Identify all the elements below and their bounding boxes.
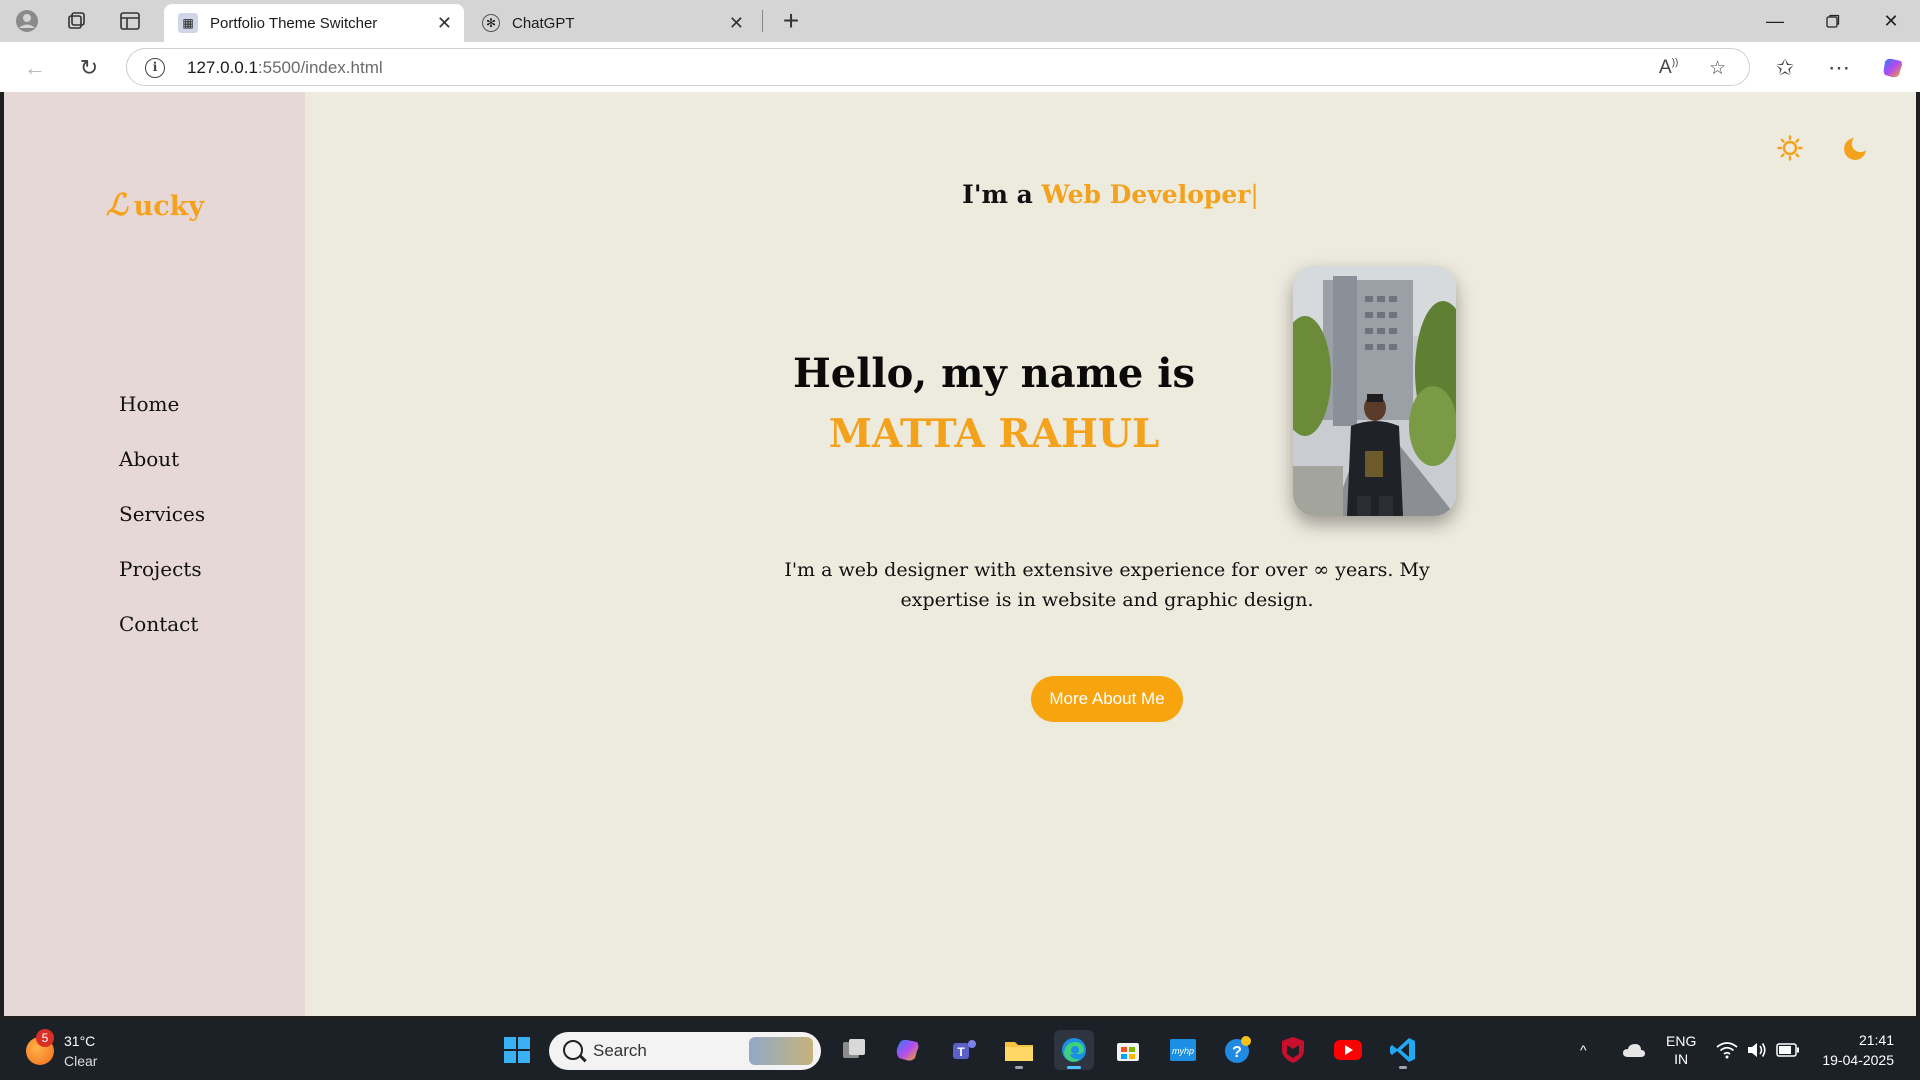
profile-photo (1293, 266, 1456, 516)
clock-date: 19-04-2025 (1822, 1052, 1894, 1068)
back-arrow-icon[interactable]: ← (18, 51, 52, 85)
more-menu-icon[interactable]: ⋯ (1822, 51, 1856, 85)
language-indicator[interactable]: ENG IN (1666, 1020, 1696, 1080)
wifi-icon[interactable] (1716, 1020, 1738, 1080)
vscode-icon[interactable] (1383, 1030, 1423, 1070)
weather-temperature: 31°C (64, 1033, 96, 1049)
typing-role-heading: I'm a Web Developer| (962, 180, 1259, 209)
nav-item-services[interactable]: Services (119, 502, 205, 557)
hello-line: Hello, my name is (792, 350, 1196, 397)
tab-title: ChatGPT (512, 14, 575, 32)
nav-item-about[interactable]: About (119, 447, 205, 502)
workspaces-icon[interactable] (59, 6, 93, 36)
svg-text:myhp: myhp (1172, 1046, 1194, 1056)
show-hidden-icons-chevron-icon[interactable]: ^ (1580, 1020, 1587, 1080)
close-tab-icon[interactable]: ✕ (729, 13, 744, 34)
role-text: Web Developer (1041, 180, 1251, 209)
start-windows-icon[interactable] (497, 1030, 537, 1070)
teams-icon[interactable]: T (944, 1030, 984, 1070)
weather-condition: Clear (64, 1053, 98, 1069)
taskbar: 5 31°C Clear Search T myhp ? ^ ENG IN 21… (0, 1020, 1920, 1080)
file-explorer-icon[interactable] (999, 1030, 1039, 1070)
url-text: 127.0.0.1:5500/index.html (187, 58, 383, 77)
close-tab-icon[interactable]: ✕ (437, 13, 452, 34)
clock-time: 21:41 (1858, 1032, 1894, 1048)
restore-icon[interactable] (1804, 0, 1862, 42)
copilot-app-icon[interactable] (888, 1030, 928, 1070)
nav-item-projects[interactable]: Projects (119, 557, 205, 612)
more-about-me-button[interactable]: More About Me (1031, 676, 1183, 722)
taskbar-search-box[interactable]: Search (549, 1032, 821, 1070)
read-aloud-icon[interactable]: A)) (1659, 57, 1678, 79)
weather-widget[interactable]: 5 31°C Clear (22, 1029, 112, 1073)
search-highlight-image (749, 1037, 813, 1065)
edge-browser-icon[interactable] (1054, 1030, 1094, 1070)
mcafee-icon[interactable] (1273, 1030, 1313, 1070)
page-viewport: ℒucky Home About Services Projects Conta… (4, 92, 1916, 1016)
volume-icon[interactable] (1746, 1020, 1768, 1080)
new-tab-button[interactable]: + (774, 4, 808, 38)
browser-tab-bar: ▦ Portfolio Theme Switcher ✕ ✻ ChatGPT ✕… (0, 0, 1920, 42)
dark-theme-moon-icon[interactable] (1838, 130, 1874, 166)
profile-icon[interactable] (10, 6, 44, 36)
bio-text: I'm a web designer with extensive experi… (784, 559, 1430, 611)
youtube-icon[interactable] (1328, 1030, 1368, 1070)
intro-heading: Hello, my name is MATTA RAHUL (704, 344, 1284, 464)
copilot-icon[interactable] (1876, 51, 1910, 85)
favorite-star-icon[interactable]: ☆ (1709, 57, 1726, 80)
chatgpt-favicon-icon: ✻ (482, 14, 500, 32)
search-label: Search (593, 1041, 647, 1060)
portfolio-favicon-icon: ▦ (178, 13, 198, 33)
language-code: ENG (1666, 1033, 1697, 1049)
main-nav: Home About Services Projects Contact (119, 392, 205, 667)
system-clock[interactable]: 21:41 19-04-2025 (1822, 1030, 1894, 1070)
task-view-icon[interactable] (834, 1030, 874, 1070)
favorites-icon[interactable]: ✩ (1768, 51, 1802, 85)
refresh-icon[interactable]: ↻ (72, 51, 106, 85)
close-window-icon[interactable]: ✕ (1862, 0, 1920, 42)
site-logo[interactable]: ℒucky (106, 188, 204, 223)
onedrive-cloud-icon[interactable] (1622, 1020, 1646, 1080)
url-field[interactable]: i 127.0.0.1:5500/index.html A)) ☆ (126, 48, 1750, 86)
tab-title: Portfolio Theme Switcher (210, 14, 378, 32)
svg-text:?: ? (1232, 1044, 1242, 1061)
search-icon (563, 1040, 583, 1060)
weather-badge: 5 (36, 1029, 54, 1047)
svg-text:T: T (957, 1045, 965, 1059)
site-info-icon[interactable]: i (145, 58, 165, 78)
tab-chatgpt[interactable]: ✻ ChatGPT ✕ (468, 4, 756, 42)
typing-caret: | (1250, 180, 1259, 209)
get-help-icon[interactable]: ? (1218, 1030, 1258, 1070)
address-bar-row: ← ↻ i 127.0.0.1:5500/index.html A)) ☆ ✩ … (0, 42, 1920, 92)
tab-portfolio-theme-switcher[interactable]: ▦ Portfolio Theme Switcher ✕ (164, 4, 464, 42)
tab-separator (762, 10, 763, 32)
minimize-icon[interactable]: — (1746, 0, 1804, 42)
owner-name: MATTA RAHUL (828, 411, 1160, 457)
nav-item-contact[interactable]: Contact (119, 612, 205, 667)
light-theme-sun-icon[interactable] (1772, 130, 1808, 166)
vertical-tabs-icon[interactable] (113, 6, 147, 36)
nav-item-home[interactable]: Home (119, 392, 205, 447)
sidebar: ℒucky Home About Services Projects Conta… (4, 92, 305, 1016)
microsoft-store-icon[interactable] (1108, 1030, 1148, 1070)
myhp-icon[interactable]: myhp (1163, 1030, 1203, 1070)
region-code: IN (1674, 1051, 1689, 1067)
battery-icon[interactable] (1776, 1020, 1800, 1080)
